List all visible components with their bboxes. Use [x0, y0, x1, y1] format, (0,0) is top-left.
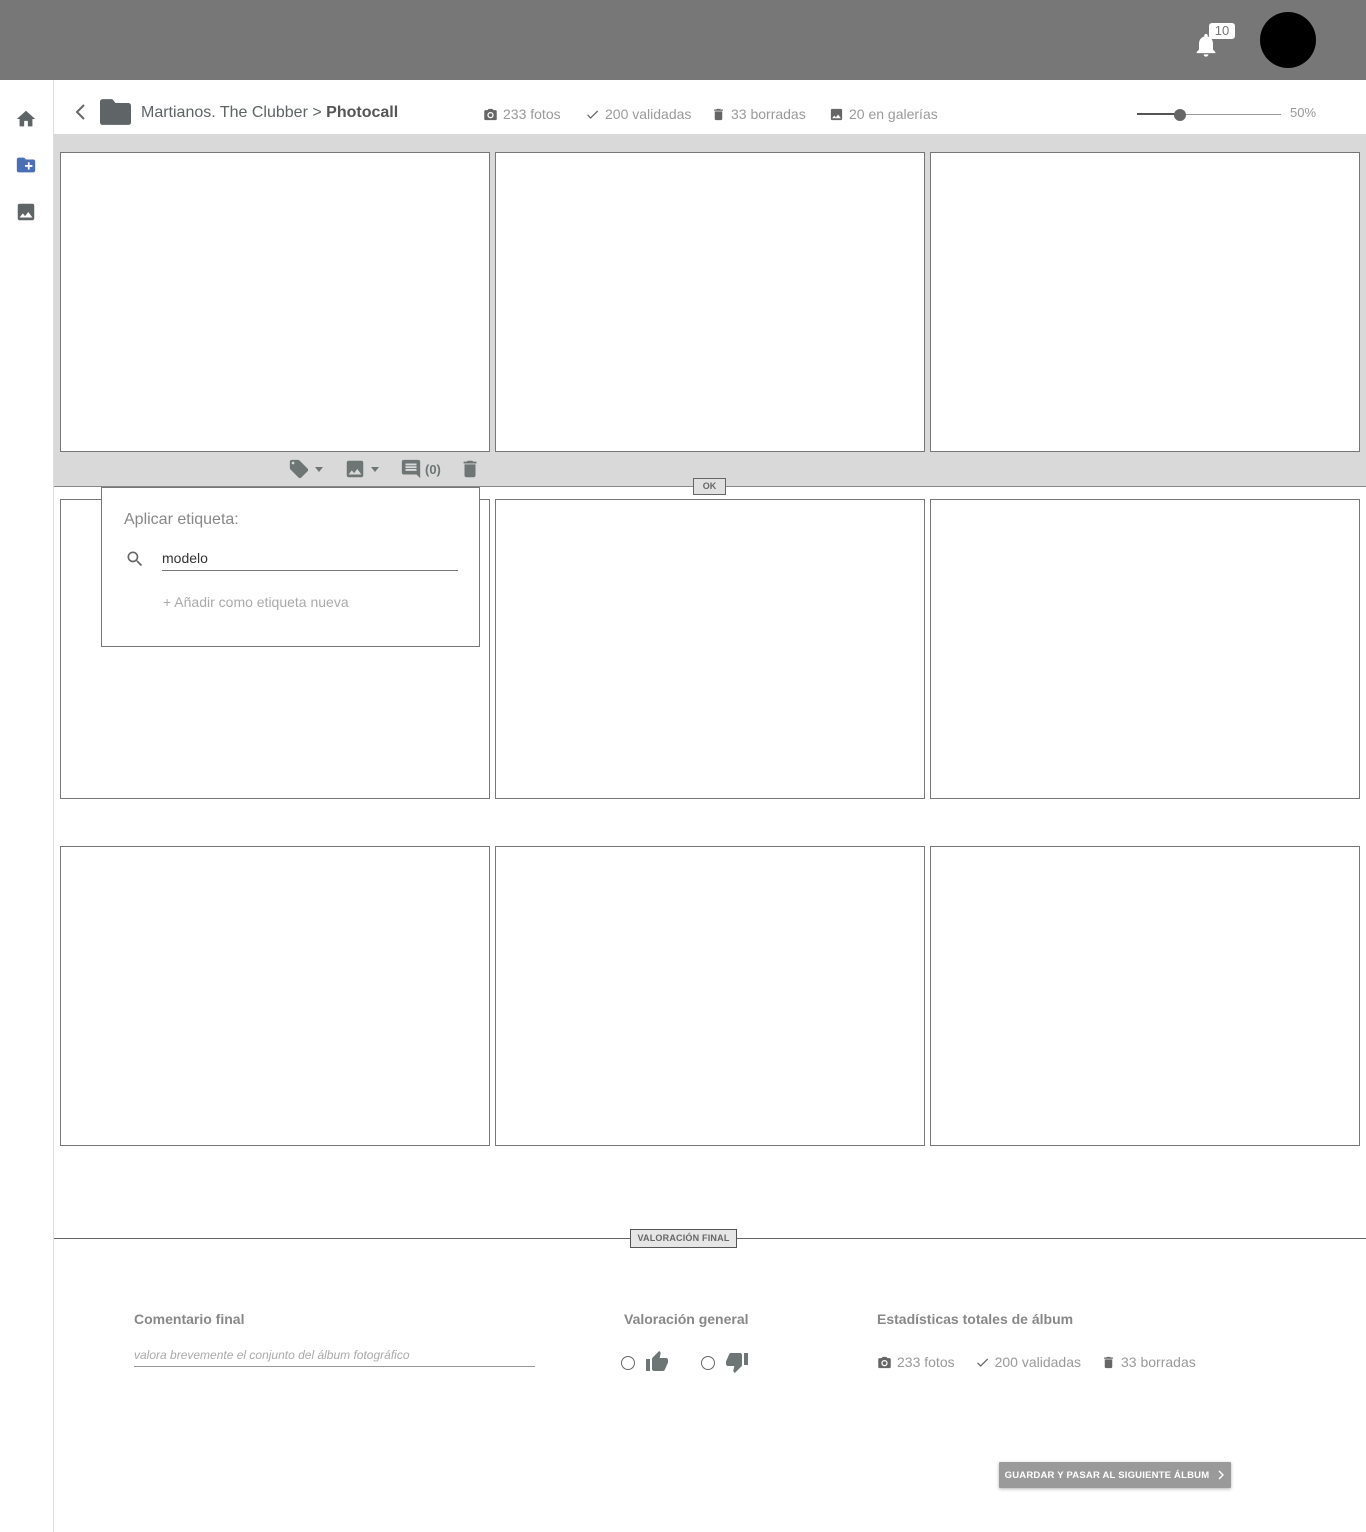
camera-icon [878, 1356, 891, 1368]
breadcrumb: Martianos. The Clubber > Photocall [141, 104, 398, 122]
back-arrow-icon[interactable] [74, 103, 88, 121]
tag-popover: Aplicar etiqueta: + Añadir como etiqueta… [101, 487, 480, 647]
notification-badge: 10 [1209, 23, 1235, 39]
photo-tile[interactable] [930, 499, 1360, 799]
breadcrumb-separator: > [312, 104, 322, 121]
check-icon [976, 1357, 988, 1367]
popover-title: Aplicar etiqueta: [124, 511, 239, 528]
tag-search-input[interactable] [162, 546, 458, 571]
comments-button[interactable]: (0) [400, 458, 441, 480]
photo-tile[interactable] [495, 499, 925, 799]
stat-fotos: 233 fotos [483, 106, 561, 122]
camera-icon [484, 108, 497, 120]
final-comment-input[interactable] [134, 1344, 535, 1367]
album-stats: 233 fotos 200 validadas 33 borradas [877, 1354, 1196, 1370]
ok-button[interactable]: OK [693, 478, 726, 495]
home-icon[interactable] [15, 108, 37, 130]
thumbs-down-icon[interactable] [725, 1350, 749, 1374]
thumbs-down-radio[interactable] [701, 1356, 715, 1370]
photo-toolbar: (0) [288, 457, 481, 481]
comment-title: Comentario final [134, 1311, 245, 1327]
chevron-down-icon [315, 466, 323, 472]
photo-tile[interactable] [495, 846, 925, 1146]
trash-icon [463, 460, 477, 478]
breadcrumb-album[interactable]: Martianos. The Clubber [141, 104, 308, 121]
thumbs-up-radio[interactable] [621, 1356, 635, 1370]
photo-tile[interactable] [930, 846, 1360, 1146]
chevron-down-icon [371, 466, 379, 472]
zoom-value: 50% [1290, 105, 1317, 120]
rating-title: Valoración general [624, 1311, 749, 1327]
chevron-right-icon [1218, 1470, 1225, 1480]
gallery-dropdown-button[interactable] [344, 458, 379, 480]
comment-icon [401, 459, 421, 479]
trash-icon [1104, 1356, 1113, 1368]
tag-dropdown-button[interactable] [288, 458, 323, 480]
stat-validadas-total: 200 validadas [975, 1354, 1081, 1370]
search-icon [127, 551, 143, 567]
image-icon [346, 460, 364, 478]
top-bar: 10 [0, 0, 1366, 80]
breadcrumb-section: Photocall [326, 104, 399, 121]
album-stats-title: Estadísticas totales de álbum [877, 1311, 1074, 1327]
image-icon [830, 108, 843, 120]
photo-tile[interactable] [60, 152, 490, 452]
add-folder-icon[interactable] [15, 154, 37, 176]
photo-tile[interactable] [930, 152, 1360, 452]
stat-galerias: 20 en galerías [829, 106, 938, 122]
delete-photo-button[interactable] [459, 458, 481, 480]
photo-tile[interactable] [495, 152, 925, 452]
avatar[interactable] [1260, 12, 1316, 68]
comments-count: (0) [425, 461, 441, 477]
stat-borradas: 33 borradas [711, 106, 806, 122]
sidebar [0, 80, 54, 1532]
tag-icon [289, 459, 309, 479]
add-new-tag-link[interactable]: + Añadir como etiqueta nueva [163, 594, 349, 610]
image-icon[interactable] [15, 201, 37, 223]
stat-borradas-total: 33 borradas [1101, 1354, 1196, 1370]
save-button-label: GUARDAR Y PASAR AL SIGUIENTE ÁLBUM [1004, 1469, 1210, 1481]
stat-fotos-total: 233 fotos [877, 1354, 955, 1370]
photo-tile[interactable] [60, 846, 490, 1146]
zoom-slider-handle[interactable] [1174, 109, 1187, 121]
thumbs-up-icon[interactable] [645, 1350, 669, 1374]
final-section-label: VALORACIÓN FINAL [630, 1229, 737, 1248]
trash-icon [714, 108, 723, 120]
check-icon [587, 109, 599, 119]
folder-icon [100, 99, 131, 125]
stat-validadas: 200 validadas [585, 106, 691, 122]
album-header: Martianos. The Clubber > Photocall 233 f… [54, 80, 1366, 134]
save-and-next-button[interactable]: GUARDAR Y PASAR AL SIGUIENTE ÁLBUM [999, 1462, 1231, 1488]
